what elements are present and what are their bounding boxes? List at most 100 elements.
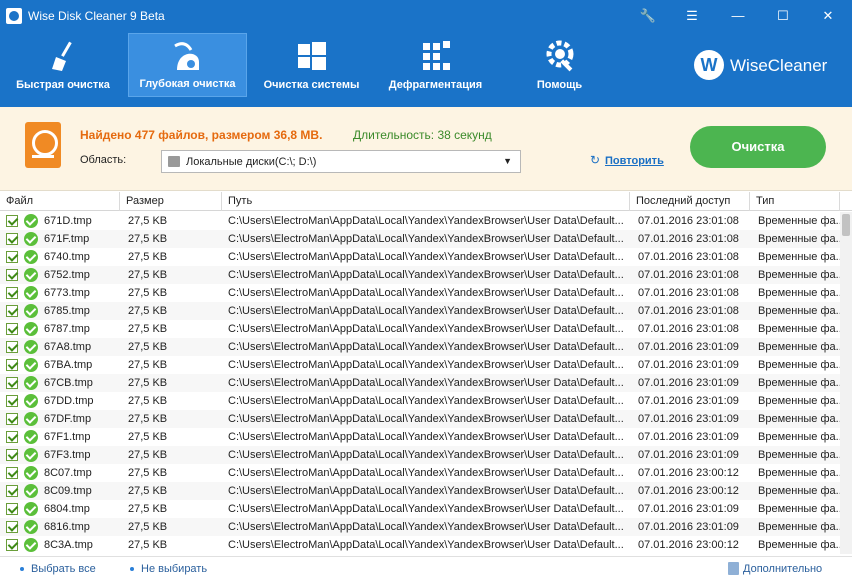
cell-file: 671D.tmp xyxy=(44,215,92,227)
row-checkbox[interactable] xyxy=(6,269,18,281)
row-checkbox[interactable] xyxy=(6,431,18,443)
tab-quick-clean[interactable]: Быстрая очистка xyxy=(6,33,120,97)
table-row[interactable]: 8C07.tmp 27,5 KB C:\Users\ElectroMan\AppDa… xyxy=(0,464,840,482)
cell-path: C:\Users\ElectroMan\AppData\Local\Yandex… xyxy=(228,287,624,299)
cell-path: C:\Users\ElectroMan\AppData\Local\Yandex… xyxy=(228,449,624,461)
maximize-button[interactable]: ☐ xyxy=(769,4,797,28)
advanced-link[interactable]: Дополнительно xyxy=(743,563,822,575)
table-row[interactable]: 67DD.tmp 27,5 KB C:\Users\ElectroMan\AppDa… xyxy=(0,392,840,410)
cell-size: 27,5 KB xyxy=(128,215,168,227)
bullet-icon xyxy=(130,567,134,571)
column-type[interactable]: Тип xyxy=(750,192,840,211)
broom-icon xyxy=(52,41,72,71)
row-checkbox[interactable] xyxy=(6,233,18,245)
cell-type: Временные фа... xyxy=(758,323,840,335)
table-row[interactable]: 671D.tmp 27,5 KB C:\Users\ElectroMan\AppDa… xyxy=(0,212,840,230)
cell-file: 6785.tmp xyxy=(44,305,90,317)
cell-type: Временные фа... xyxy=(758,287,840,299)
status-ok-icon xyxy=(24,520,38,534)
tab-label: Очистка системы xyxy=(263,79,360,91)
toolbar: Wise Disk Cleaner 9 Beta 🔧 ☰ — ☐ ✕ Быстр… xyxy=(0,0,852,107)
drive-icon xyxy=(168,156,180,167)
cell-last-access: 07.01.2016 23:01:09 xyxy=(638,449,739,461)
table-row[interactable]: 671F.tmp 27,5 KB C:\Users\ElectroMan\AppDa… xyxy=(0,230,840,248)
table-row[interactable]: 6787.tmp 27,5 KB C:\Users\ElectroMan\AppDa… xyxy=(0,320,840,338)
row-checkbox[interactable] xyxy=(6,395,18,407)
row-checkbox[interactable] xyxy=(6,287,18,299)
scan-summary: Найдено 477 файлов, размером 36,8 MB. Дл… xyxy=(0,107,852,191)
row-checkbox[interactable] xyxy=(6,377,18,389)
wisecleaner-logo: W xyxy=(694,50,724,80)
cell-path: C:\Users\ElectroMan\AppData\Local\Yandex… xyxy=(228,413,624,425)
table-row[interactable]: 67DF.tmp 27,5 KB C:\Users\ElectroMan\AppDa… xyxy=(0,410,840,428)
column-last-access[interactable]: Последний доступ xyxy=(630,192,750,211)
cell-size: 27,5 KB xyxy=(128,377,168,389)
clean-button[interactable]: Очистка xyxy=(690,126,826,168)
tab-defrag[interactable]: Дефрагментация xyxy=(377,33,494,97)
cell-type: Временные фа... xyxy=(758,485,840,497)
cell-type: Временные фа... xyxy=(758,521,840,533)
cell-type: Временные фа... xyxy=(758,467,840,479)
area-select[interactable]: Локальные диски(C:\; D:\) ▼ xyxy=(161,150,521,173)
table-row[interactable]: 6773.tmp 27,5 KB C:\Users\ElectroMan\AppDa… xyxy=(0,284,840,302)
status-ok-icon xyxy=(24,376,38,390)
status-ok-icon xyxy=(24,268,38,282)
table-row[interactable]: 67F3.tmp 27,5 KB C:\Users\ElectroMan\AppDa… xyxy=(0,446,840,464)
scrollbar-thumb[interactable] xyxy=(842,214,850,236)
row-checkbox[interactable] xyxy=(6,467,18,479)
cell-size: 27,5 KB xyxy=(128,431,168,443)
status-ok-icon xyxy=(24,430,38,444)
document-icon xyxy=(728,562,739,575)
scrollbar[interactable] xyxy=(840,212,852,554)
row-checkbox[interactable] xyxy=(6,341,18,353)
row-checkbox[interactable] xyxy=(6,413,18,425)
table-row[interactable]: 6804.tmp 27,5 KB C:\Users\ElectroMan\AppDa… xyxy=(0,500,840,518)
cell-type: Временные фа... xyxy=(758,341,840,353)
cell-path: C:\Users\ElectroMan\AppData\Local\Yandex… xyxy=(228,485,624,497)
row-checkbox[interactable] xyxy=(6,323,18,335)
row-checkbox[interactable] xyxy=(6,359,18,371)
cell-size: 27,5 KB xyxy=(128,269,168,281)
column-size[interactable]: Размер xyxy=(120,192,222,211)
row-checkbox[interactable] xyxy=(6,449,18,461)
cell-last-access: 07.01.2016 23:01:09 xyxy=(638,359,739,371)
select-all-link[interactable]: Выбрать все xyxy=(31,563,96,575)
table-row[interactable]: 6785.tmp 27,5 KB C:\Users\ElectroMan\AppDa… xyxy=(0,302,840,320)
table-row[interactable]: 6752.tmp 27,5 KB C:\Users\ElectroMan\AppDa… xyxy=(0,266,840,284)
table-row[interactable]: 8C3A.tmp 27,5 KB C:\Users\ElectroMan\AppDa… xyxy=(0,536,840,554)
table-row[interactable]: 67A8.tmp 27,5 KB C:\Users\ElectroMan\AppDa… xyxy=(0,338,840,356)
close-button[interactable]: ✕ xyxy=(814,4,842,28)
row-checkbox[interactable] xyxy=(6,521,18,533)
tab-system-clean[interactable]: Очистка системы xyxy=(253,33,370,97)
row-checkbox[interactable] xyxy=(6,305,18,317)
refresh-icon[interactable]: ↻ xyxy=(590,153,600,167)
tab-deep-clean[interactable]: Глубокая очистка xyxy=(128,33,247,97)
area-label: Область: xyxy=(80,154,127,166)
cell-file: 67DF.tmp xyxy=(44,413,92,425)
cell-size: 27,5 KB xyxy=(128,251,168,263)
select-none-link[interactable]: Не выбирать xyxy=(141,563,207,575)
column-file[interactable]: Файл xyxy=(0,192,120,211)
column-path[interactable]: Путь xyxy=(222,192,630,211)
menu-icon[interactable]: ☰ xyxy=(678,4,706,28)
table-row[interactable]: 6740.tmp 27,5 KB C:\Users\ElectroMan\AppDa… xyxy=(0,248,840,266)
minimize-button[interactable]: — xyxy=(724,4,752,28)
table-row[interactable]: 6816.tmp 27,5 KB C:\Users\ElectroMan\AppDa… xyxy=(0,518,840,536)
skin-icon[interactable]: 🔧 xyxy=(634,4,662,28)
row-checkbox[interactable] xyxy=(6,251,18,263)
row-checkbox[interactable] xyxy=(6,485,18,497)
row-checkbox[interactable] xyxy=(6,215,18,227)
repeat-link[interactable]: Повторить xyxy=(605,155,664,167)
cell-file: 67BA.tmp xyxy=(44,359,93,371)
table-row[interactable]: 67BA.tmp 27,5 KB C:\Users\ElectroMan\AppDa… xyxy=(0,356,840,374)
cell-size: 27,5 KB xyxy=(128,503,168,515)
cell-file: 671F.tmp xyxy=(44,233,90,245)
row-checkbox[interactable] xyxy=(6,539,18,551)
tab-help[interactable]: Помощь xyxy=(503,33,616,97)
tab-label: Глубокая очистка xyxy=(139,78,236,90)
row-checkbox[interactable] xyxy=(6,503,18,515)
table-row[interactable]: 67CB.tmp 27,5 KB C:\Users\ElectroMan\AppDa… xyxy=(0,374,840,392)
table-row[interactable]: 8C09.tmp 27,5 KB C:\Users\ElectroMan\AppDa… xyxy=(0,482,840,500)
table-row[interactable]: 67F1.tmp 27,5 KB C:\Users\ElectroMan\AppDa… xyxy=(0,428,840,446)
cell-last-access: 07.01.2016 23:01:08 xyxy=(638,233,739,245)
